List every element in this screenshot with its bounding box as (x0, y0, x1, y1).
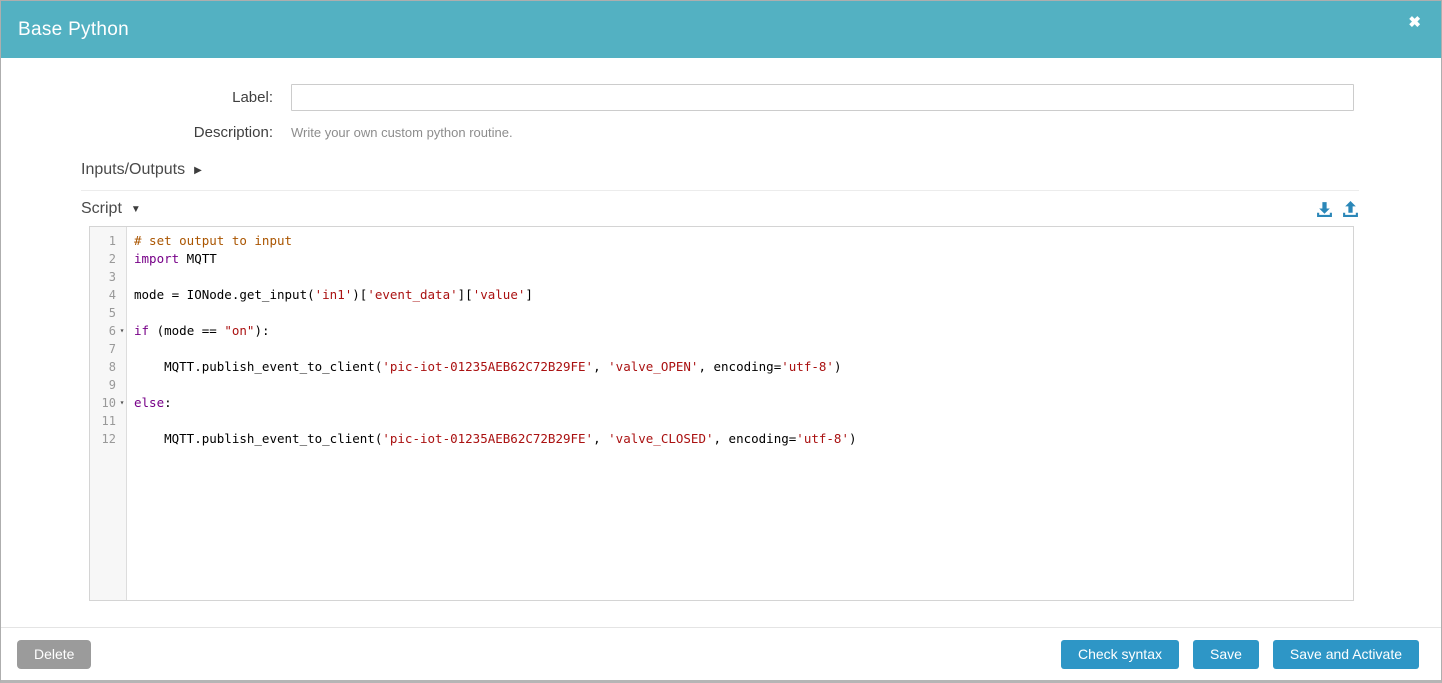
line-number-cell: 4 (90, 286, 128, 304)
line-number-cell: 11 (90, 412, 128, 430)
line-number-cell: 10▾ (90, 394, 128, 412)
fold-gutter-spacer (116, 304, 128, 322)
dialog-title: Base Python (18, 19, 129, 41)
section-inputs-outputs[interactable]: Inputs/Outputs ▶ (81, 161, 1359, 191)
label-input[interactable] (291, 84, 1354, 111)
close-icon[interactable]: ✖ (1408, 15, 1421, 44)
dialog-header: Base Python ✖ (1, 1, 1441, 58)
code-line[interactable] (128, 376, 134, 394)
section-script: Script ▼ (81, 200, 1359, 224)
code-line-row: 3 (90, 268, 1353, 286)
section-inputs-outputs-label: Inputs/Outputs (81, 161, 185, 179)
code-line[interactable]: if (mode == "on"): (128, 322, 270, 340)
code-line-row: 9 (90, 376, 1353, 394)
line-number-cell: 2 (90, 250, 128, 268)
editor-lines: 1 # set output to input 2 import MQTT 34 mode… (90, 232, 1353, 448)
chevron-down-icon: ▼ (131, 204, 141, 215)
fold-gutter-spacer (116, 268, 128, 286)
code-line-row: 4 mode = IONode.get_input('in1')['event_d… (90, 286, 1353, 304)
section-script-title[interactable]: Script ▼ (81, 200, 141, 218)
line-number: 11 (90, 412, 116, 430)
fold-gutter-spacer (116, 376, 128, 394)
code-line[interactable]: else: (128, 394, 172, 412)
line-number: 10 (90, 394, 116, 412)
fold-gutter-spacer (116, 412, 128, 430)
script-file-tools (1316, 201, 1359, 218)
code-line[interactable] (128, 304, 134, 322)
code-line[interactable]: MQTT.publish_event_to_client('pic-iot-01… (128, 430, 857, 448)
line-number: 3 (90, 268, 116, 286)
fold-arrow-icon[interactable]: ▾ (116, 394, 128, 412)
description-text: Write your own custom python routine. (291, 125, 513, 140)
base-python-dialog: Base Python ✖ Label: Description: Write … (0, 0, 1442, 683)
dialog-footer: Delete Check syntax Save Save and Activa… (1, 627, 1441, 680)
code-line-row: 10▾else: (90, 394, 1353, 412)
line-number-cell: 7 (90, 340, 128, 358)
line-number: 5 (90, 304, 116, 322)
code-line[interactable] (128, 340, 134, 358)
line-number-cell: 9 (90, 376, 128, 394)
code-line-row: 11 (90, 412, 1353, 430)
fold-gutter-spacer (116, 250, 128, 268)
line-number-cell: 6▾ (90, 322, 128, 340)
fold-arrow-icon[interactable]: ▾ (116, 322, 128, 340)
fold-gutter-spacer (116, 430, 128, 448)
check-syntax-button[interactable]: Check syntax (1061, 640, 1179, 669)
line-number: 7 (90, 340, 116, 358)
download-icon[interactable] (1316, 201, 1333, 218)
line-number: 2 (90, 250, 116, 268)
line-number: 6 (90, 322, 116, 340)
code-line-row: 6▾if (mode == "on"): (90, 322, 1353, 340)
section-script-label: Script (81, 200, 122, 218)
line-number-cell: 12 (90, 430, 128, 448)
description-form-row: Description: Write your own custom pytho… (1, 124, 1441, 141)
line-number: 8 (90, 358, 116, 376)
code-editor[interactable]: 1 # set output to input 2 import MQTT 34 mode… (89, 226, 1354, 601)
description-label: Description: (1, 124, 291, 141)
save-button[interactable]: Save (1193, 640, 1259, 669)
code-line-row: 1 # set output to input (90, 232, 1353, 250)
code-line-row: 2 import MQTT (90, 250, 1353, 268)
line-number-cell: 8 (90, 358, 128, 376)
code-line[interactable] (128, 412, 134, 430)
save-and-activate-button[interactable]: Save and Activate (1273, 640, 1419, 669)
code-line[interactable]: mode = IONode.get_input('in1')['event_da… (128, 286, 533, 304)
chevron-right-icon: ▶ (194, 165, 202, 176)
label-field-label: Label: (1, 89, 291, 106)
upload-icon[interactable] (1342, 201, 1359, 218)
delete-button[interactable]: Delete (17, 640, 91, 669)
line-number: 9 (90, 376, 116, 394)
code-line[interactable]: import MQTT (128, 250, 217, 268)
code-line-row: 12 MQTT.publish_event_to_client('pic-iot… (90, 430, 1353, 448)
code-line-row: 8 MQTT.publish_event_to_client('pic-iot-… (90, 358, 1353, 376)
code-line[interactable] (128, 268, 134, 286)
line-number-cell: 3 (90, 268, 128, 286)
fold-gutter-spacer (116, 232, 128, 250)
label-form-row: Label: (1, 84, 1441, 111)
dialog-body: Label: Description: Write your own custo… (1, 58, 1441, 627)
line-number: 1 (90, 232, 116, 250)
fold-gutter-spacer (116, 286, 128, 304)
line-number-cell: 5 (90, 304, 128, 322)
code-line-row: 7 (90, 340, 1353, 358)
fold-gutter-spacer (116, 358, 128, 376)
code-line[interactable]: # set output to input (128, 232, 292, 250)
section-inputs-outputs-title[interactable]: Inputs/Outputs ▶ (81, 161, 202, 179)
code-line-row: 5 (90, 304, 1353, 322)
code-line[interactable]: MQTT.publish_event_to_client('pic-iot-01… (128, 358, 841, 376)
fold-gutter-spacer (116, 340, 128, 358)
line-number: 4 (90, 286, 116, 304)
line-number-cell: 1 (90, 232, 128, 250)
line-number: 12 (90, 430, 116, 448)
